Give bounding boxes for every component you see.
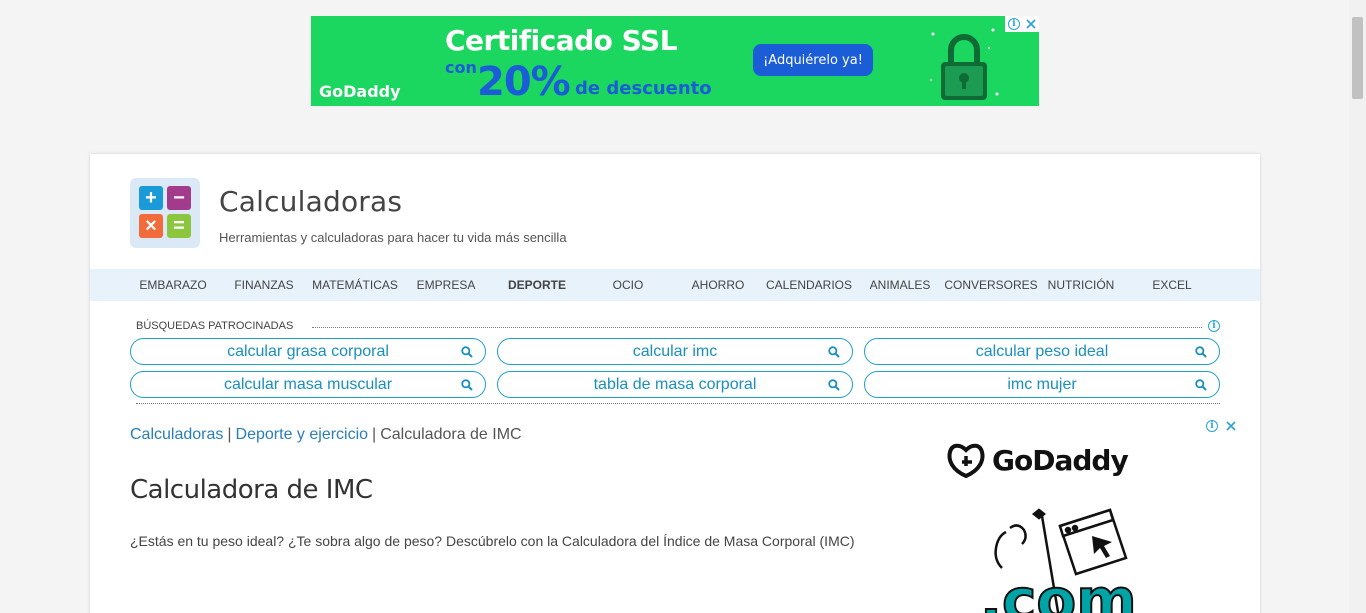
content-card: + − × = Calculadoras Herramientas y calc… bbox=[90, 154, 1260, 613]
ad-con-text: con bbox=[445, 58, 477, 77]
magnifier-icon bbox=[1195, 379, 1207, 391]
intro-text: ¿Estás en tu peso ideal? ¿Te sobra algo … bbox=[130, 533, 855, 549]
domain-illustration: .com bbox=[979, 508, 1138, 613]
page-scrollbar[interactable] bbox=[1349, 0, 1366, 613]
ad-info-icon[interactable]: i bbox=[1008, 18, 1020, 30]
nav-item-calendarios[interactable]: CALENDARIOS bbox=[766, 269, 852, 301]
site-title[interactable]: Calculadoras bbox=[219, 185, 402, 218]
magnifier-icon bbox=[461, 346, 473, 358]
breadcrumb-link-calculadoras[interactable]: Calculadoras bbox=[130, 426, 223, 443]
nav-item-ahorro[interactable]: AHORRO bbox=[692, 269, 745, 301]
search-label: tabla de masa corporal bbox=[593, 375, 757, 393]
top-banner-ad[interactable]: Certificado SSL con 20% de descuento GoD… bbox=[311, 16, 1039, 106]
sponsored-search-link[interactable]: calcular imc bbox=[497, 338, 853, 365]
search-label: calcular imc bbox=[632, 342, 718, 360]
nav-item-animales[interactable]: ANIMALES bbox=[870, 269, 931, 301]
search-label: calcular peso ideal bbox=[975, 342, 1109, 360]
magnifier-icon bbox=[828, 346, 840, 358]
site-subtitle: Herramientas y calculadoras para hacer t… bbox=[219, 230, 567, 245]
magnifier-icon bbox=[828, 379, 840, 391]
breadcrumb-current: Calculadora de IMC bbox=[380, 426, 522, 443]
sponsored-search-link[interactable]: calcular masa muscular bbox=[130, 371, 486, 398]
ad-brand: GoDaddy bbox=[319, 82, 401, 101]
nav-item-embarazo[interactable]: EMBARAZO bbox=[139, 269, 206, 301]
sponsored-searches-header: BÚSQUEDAS PATROCINADAS i bbox=[136, 320, 1220, 334]
side-ad[interactable]: i GoDaddy .com bbox=[936, 418, 1236, 613]
godaddy-logo: GoDaddy bbox=[946, 442, 1129, 478]
breadcrumb-separator: | bbox=[372, 426, 377, 443]
nav-item-excel[interactable]: EXCEL bbox=[1152, 269, 1191, 301]
nav-item-finanzas[interactable]: FINANZAS bbox=[234, 269, 293, 301]
search-label: imc mujer bbox=[1007, 375, 1077, 393]
sponsored-search-link[interactable]: tabla de masa corporal bbox=[497, 371, 853, 398]
ad-cta-button[interactable]: ¡Adquiérelo ya! bbox=[753, 44, 873, 76]
close-icon[interactable] bbox=[1226, 421, 1236, 431]
scrollbar-thumb[interactable] bbox=[1352, 17, 1363, 99]
search-label: calcular masa muscular bbox=[223, 375, 393, 393]
ad-discount-text: de descuento bbox=[575, 78, 712, 99]
side-ad-brand: GoDaddy bbox=[992, 443, 1129, 477]
nav-item-deporte[interactable]: DEPORTE bbox=[508, 269, 566, 301]
sponsored-search-link[interactable]: imc mujer bbox=[864, 371, 1220, 398]
nav-item-ocio[interactable]: OCIO bbox=[613, 269, 644, 301]
divider bbox=[136, 403, 1220, 404]
sponsored-label: BÚSQUEDAS PATROCINADAS bbox=[136, 320, 298, 332]
page-title: Calculadora de IMC bbox=[130, 475, 373, 505]
ad-choices[interactable]: i bbox=[1005, 16, 1039, 32]
calculator-logo-icon[interactable]: + − × = bbox=[130, 178, 200, 248]
close-icon[interactable] bbox=[1026, 19, 1036, 29]
breadcrumb-separator: | bbox=[227, 426, 232, 443]
sponsored-search-link[interactable]: calcular peso ideal bbox=[864, 338, 1220, 365]
search-label: calcular grasa corporal bbox=[227, 342, 389, 360]
breadcrumb: Calculadoras | Deporte y ejercicio | Calcula… bbox=[130, 426, 522, 444]
ad-choices[interactable]: i bbox=[1206, 418, 1236, 434]
magnifier-icon bbox=[461, 379, 473, 391]
padlock-icon bbox=[930, 28, 999, 100]
ad-percent: 20% bbox=[477, 59, 571, 105]
sponsored-search-link[interactable]: calcular grasa corporal bbox=[130, 338, 486, 365]
nav-item-conversores[interactable]: CONVERSORES bbox=[944, 269, 1037, 301]
breadcrumb-link-deporte[interactable]: Deporte y ejercicio bbox=[236, 426, 369, 443]
ad-headline: Certificado SSL bbox=[445, 24, 678, 57]
main-nav: EMBARAZO FINANZAS MATEMÁTICAS EMPRESA DE… bbox=[90, 269, 1260, 301]
nav-item-matematicas[interactable]: MATEMÁTICAS bbox=[312, 269, 398, 301]
godaddy-mark-icon bbox=[947, 443, 985, 478]
magnifier-icon bbox=[1195, 346, 1207, 358]
info-icon[interactable]: i bbox=[1208, 320, 1220, 332]
side-ad-domain: .com bbox=[980, 566, 1137, 613]
nav-item-nutricion[interactable]: NUTRICIÓN bbox=[1048, 269, 1115, 301]
nav-item-empresa[interactable]: EMPRESA bbox=[417, 269, 476, 301]
ad-info-icon[interactable]: i bbox=[1206, 420, 1218, 432]
